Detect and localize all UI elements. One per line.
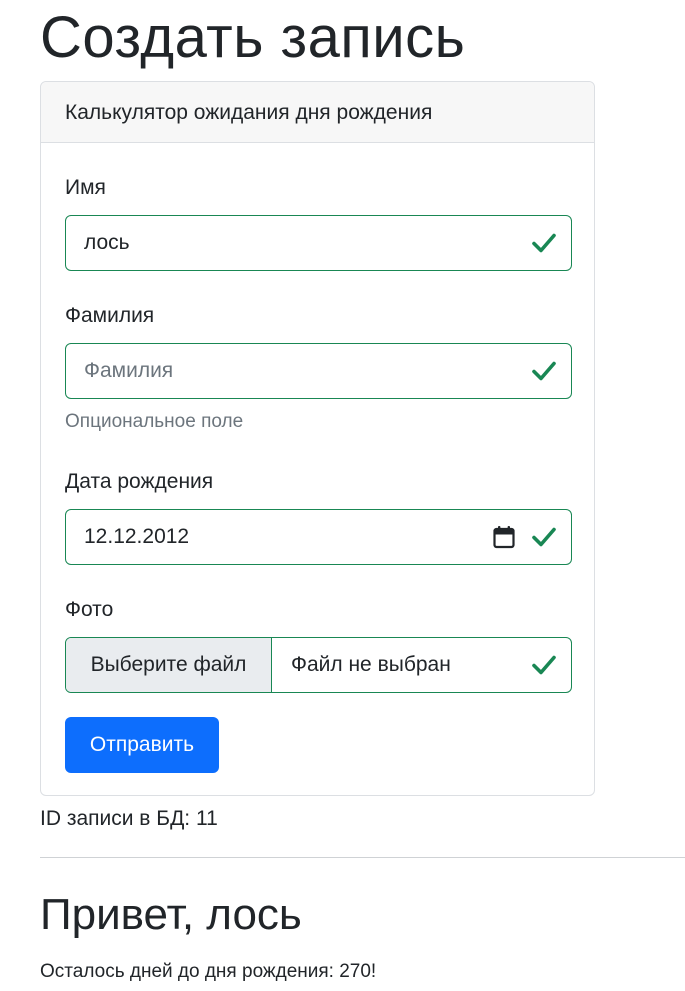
first-name-input[interactable]: лось	[65, 215, 572, 271]
check-icon	[532, 361, 556, 381]
photo-label: Фото	[65, 598, 114, 621]
last-name-help-text: Опциональное поле	[65, 411, 244, 432]
divider	[40, 857, 685, 858]
check-icon	[532, 655, 556, 675]
days-left-text: Осталось дней до дня рождения: 270!	[40, 961, 377, 982]
first-name-label: Имя	[65, 176, 106, 199]
calendar-icon[interactable]	[493, 525, 515, 549]
submit-button[interactable]: Отправить	[65, 717, 219, 773]
record-id-text: ID записи в БД: 11	[40, 807, 218, 830]
file-status-text: Файл не выбран	[291, 653, 451, 676]
check-icon	[532, 527, 556, 547]
last-name-input[interactable]: Фамилия	[65, 343, 572, 399]
page-title: Создать запись	[40, 5, 466, 70]
last-name-placeholder: Фамилия	[84, 359, 174, 382]
birth-date-input[interactable]: 12.12.2012	[65, 509, 572, 565]
check-icon	[532, 233, 556, 253]
choose-file-button[interactable]: Выберите файл	[66, 638, 272, 692]
birth-date-label: Дата рождения	[65, 470, 214, 493]
birth-date-value: 12.12.2012	[84, 525, 190, 548]
first-name-value: лось	[84, 231, 130, 254]
photo-file-input[interactable]: Выберите файл Файл не выбран	[65, 637, 572, 693]
card-header: Калькулятор ожидания дня рождения	[41, 82, 594, 143]
last-name-label: Фамилия	[65, 304, 155, 327]
birthday-form-card: Калькулятор ожидания дня рождения Имя ло…	[40, 81, 595, 796]
greeting-heading: Привет, лось	[40, 890, 302, 939]
